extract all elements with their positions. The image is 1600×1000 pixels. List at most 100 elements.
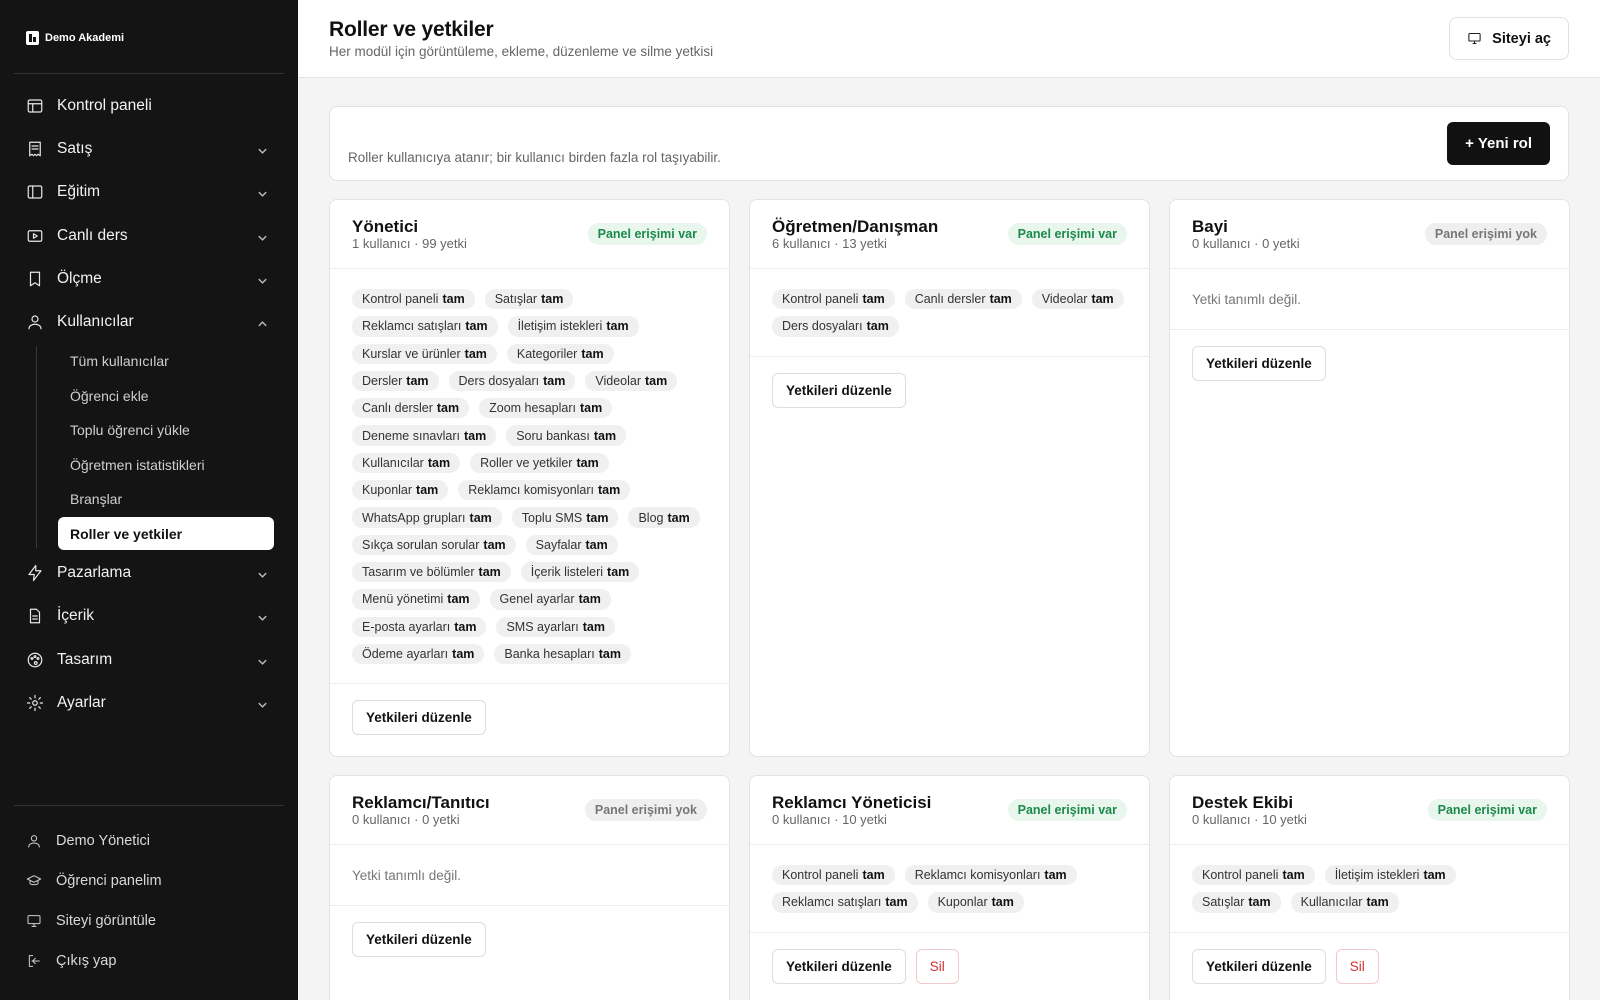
permission-level: tam [416, 483, 439, 498]
sidebar-item-satis[interactable]: Satış [14, 127, 284, 170]
sidebar-item-ayarlar[interactable]: Ayarlar [14, 681, 284, 724]
edit-permissions-button[interactable]: Yetkileri düzenle [1192, 948, 1326, 984]
panel-access-badge: Panel erişimi yok [584, 799, 707, 821]
sidebar-item-label: Canlı ders [57, 226, 128, 244]
role-name: Reklamcı/Tanıtıcı [352, 793, 490, 812]
role-name: Öğretmen/Danışman [772, 217, 939, 236]
permission-level: tam [465, 319, 488, 334]
roles-info-bar: Roller kullanıcıya atanır; bir kullanıcı… [329, 106, 1569, 181]
permission-tag: Videolar tam [1031, 289, 1124, 310]
permission-module: E-posta ayarları [362, 619, 451, 634]
page-title: Roller ve yetkiler [329, 18, 494, 41]
permission-module: Dersler [362, 374, 403, 389]
permission-list: Kontrol paneli tam İletişim istekleri tam Sa… [1170, 845, 1569, 933]
permission-module: Kullanıcılar [362, 455, 424, 470]
permission-module: Ders dosyaları [458, 374, 540, 389]
role-card-actions: Yetkileri düzenle [750, 357, 1149, 424]
chevron-down-icon [257, 230, 268, 241]
delete-role-button[interactable]: Sil [1335, 948, 1379, 984]
no-permissions-text: Yetki tanımlı değil. [1170, 269, 1569, 330]
permission-level: tam [576, 455, 599, 470]
sidebar-footer-logout[interactable]: Çıkış yap [14, 941, 284, 981]
permission-module: Soru bankası [516, 428, 590, 443]
chevron-down-icon [257, 611, 268, 622]
delete-role-button[interactable]: Sil [915, 948, 959, 984]
edit-permissions-button[interactable]: Yetkileri düzenle [352, 922, 486, 957]
sidebar-subitem-toplu-ogrenci-yukle[interactable]: Toplu öğrenci yükle [70, 413, 284, 448]
sidebar-item-kullanicilar[interactable]: Kullanıcılar [14, 300, 284, 343]
permission-tag: Sıkça sorulan sorular tam [352, 534, 516, 555]
edit-permissions-button[interactable]: Yetkileri düzenle [772, 372, 906, 408]
permission-module: Kontrol paneli [1202, 868, 1279, 883]
sidebar-subitem-ogrenci-ekle[interactable]: Öğrenci ekle [70, 378, 284, 413]
video-icon [26, 227, 44, 245]
permission-level: tam [1366, 895, 1389, 910]
open-site-button[interactable]: Siteyi aç [1449, 17, 1569, 60]
sidebar-item-tasarim[interactable]: Tasarım [14, 638, 284, 681]
chevron-down-icon [257, 273, 268, 284]
sidebar-item-canli-ders[interactable]: Canlı ders [14, 214, 284, 257]
sidebar-footer: Demo Yönetici Öğrenci panelim Siteyi gör… [14, 821, 284, 981]
permission-tag: Reklamcı satışları tam [352, 316, 498, 337]
new-role-button[interactable]: + Yeni rol [1447, 122, 1550, 165]
edit-permissions-button[interactable]: Yetkileri düzenle [1192, 346, 1326, 381]
permission-level: tam [579, 401, 603, 416]
sidebar-nav: Kontrol paneli Satış Eğitim Canlı ders Ö… [14, 84, 284, 724]
chevron-down-icon [257, 697, 268, 708]
permission-module: Reklamcı komisyonları [914, 868, 1041, 883]
sidebar-item-olcme[interactable]: Ölçme [14, 257, 284, 300]
edit-permissions-button[interactable]: Yetkileri düzenle [352, 700, 486, 736]
permission-tag: Canlı dersler tam [352, 398, 470, 419]
sidebar-subitem-roller-ve-yetkiler[interactable]: Roller ve yetkiler [58, 517, 274, 551]
permission-tag: Genel ayarlar tam [489, 589, 611, 610]
permission-tag: Zoom hesapları tam [479, 398, 613, 419]
permission-level: tam [645, 374, 668, 389]
permission-level: tam [463, 428, 487, 443]
chevron-down-icon [257, 143, 268, 154]
permission-level: tam [442, 292, 465, 307]
panel-access-badge: Panel erişimi var [1007, 223, 1127, 245]
gear-icon [26, 694, 44, 712]
permission-tag: Kullanıcılar tam [352, 452, 461, 474]
permission-tag: İçerik listeleri tam [520, 561, 640, 583]
monitor-icon [26, 913, 42, 929]
sidebar-footer-profile[interactable]: Demo Yönetici [14, 821, 284, 861]
permission-level: tam [578, 592, 601, 607]
sidebar-subitem-branslar[interactable]: Branşlar [70, 482, 284, 517]
permission-tag: Dersler tam [352, 370, 439, 392]
permission-module: Kuponlar [937, 895, 988, 910]
role-card: Reklamcı Yöneticisi 0 kullanıcı · 10 yetk… [749, 775, 1150, 1000]
permission-tag: Kontrol paneli tam [1192, 865, 1315, 886]
permission-tag: Soru bankası tam [506, 425, 627, 446]
permission-tag: Menü yönetimi tam [352, 589, 480, 610]
permission-level: tam [991, 895, 1014, 910]
brand[interactable]: Demo Akademi [26, 31, 124, 45]
permission-tag: Tasarım ve bölümler tam [352, 561, 511, 583]
sidebar-footer-student-panel[interactable]: Öğrenci panelim [14, 861, 284, 901]
monitor-icon [1468, 32, 1481, 45]
sidebar-item-kontrol-paneli[interactable]: Kontrol paneli [14, 84, 284, 127]
permission-module: Zoom hesapları [489, 401, 576, 416]
permission-level: tam [406, 374, 429, 389]
kullanicilar-submenu: Tüm kullanıcılar Öğrenci ekle Toplu öğre… [36, 344, 284, 551]
permission-module: Blog [638, 510, 664, 525]
sidebar-subitem-ogretmen-istatistikleri[interactable]: Öğretmen istatistikleri [70, 447, 284, 482]
sidebar-footer-view-site[interactable]: Siteyi görüntüle [14, 901, 284, 941]
sidebar-item-label: Kontrol paneli [57, 96, 152, 114]
permission-level: tam [1282, 868, 1305, 883]
role-card-actions: Yetkileri düzenle [330, 906, 729, 973]
permission-tag: Satışlar tam [1192, 892, 1281, 913]
role-card: Yönetici 1 kullanıcı · 99 yetki Panel eriş… [329, 199, 730, 757]
sidebar-item-pazarlama[interactable]: Pazarlama [14, 551, 284, 594]
sidebar-subitem-tum-kullanicilar[interactable]: Tüm kullanıcılar [70, 344, 284, 379]
role-card: Öğretmen/Danışman 6 kullanıcı · 13 yetki P… [749, 199, 1150, 757]
sidebar-footer-label: Çıkış yap [56, 953, 117, 969]
sidebar-item-egitim[interactable]: Eğitim [14, 171, 284, 214]
permission-tag: Banka hesapları tam [494, 643, 631, 665]
permission-level: tam [862, 292, 885, 307]
edit-permissions-button[interactable]: Yetkileri düzenle [772, 948, 906, 984]
permission-tag: Kontrol paneli tam [352, 289, 475, 310]
permission-module: İletişim istekleri [517, 319, 603, 334]
permission-list: Kontrol paneli tam Reklamcı komisyonları ta… [750, 845, 1149, 933]
sidebar-item-icerik[interactable]: İçerik [14, 595, 284, 638]
